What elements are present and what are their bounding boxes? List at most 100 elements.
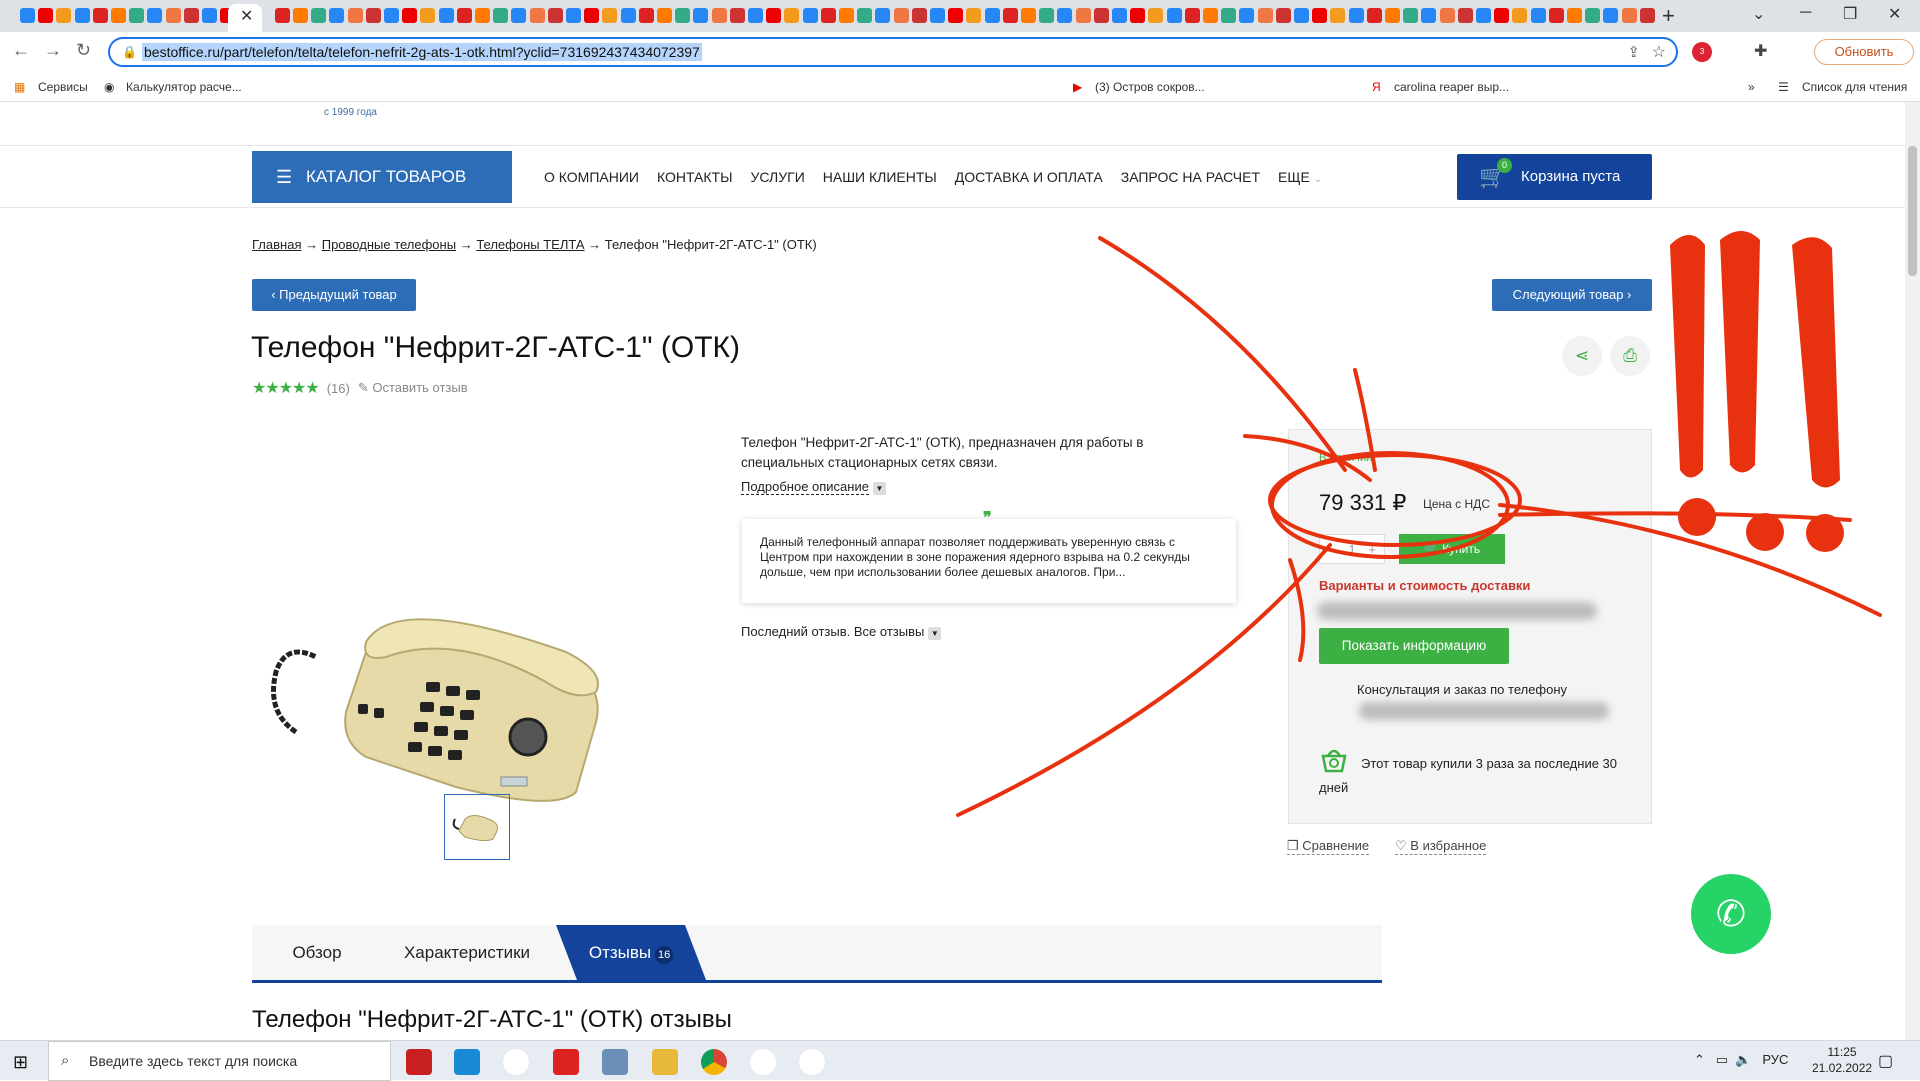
tab-favicon-icon[interactable] xyxy=(456,8,472,23)
taskbar-app-blue-icon[interactable] xyxy=(454,1049,480,1075)
tab-favicon-icon[interactable] xyxy=(1112,8,1127,23)
extensions-puzzle-icon[interactable]: ✚ xyxy=(1754,41,1767,61)
tab-favicon-icon[interactable] xyxy=(111,8,126,23)
tab-favicon-icon[interactable] xyxy=(165,8,181,23)
tab-favicon-icon[interactable] xyxy=(1130,8,1146,23)
qty-value[interactable]: 1 xyxy=(1348,542,1355,557)
tab-favicon-icon[interactable] xyxy=(547,8,563,23)
close-icon[interactable]: ✕ xyxy=(240,6,253,26)
language-indicator[interactable]: РУС xyxy=(1762,1052,1788,1067)
restore-icon[interactable]: ❐ xyxy=(1843,4,1857,24)
taskbar-app-autocad-icon[interactable] xyxy=(406,1049,432,1075)
taskbar-app-circle-icon[interactable] xyxy=(503,1049,529,1075)
tab-favicon-icon[interactable] xyxy=(293,8,308,23)
update-browser-button[interactable]: Обновить xyxy=(1814,39,1914,65)
tab-favicon-icon[interactable] xyxy=(930,8,945,23)
tab-favicon-icon[interactable] xyxy=(1184,8,1200,23)
tab-favicon-icon[interactable] xyxy=(1457,8,1473,23)
tray-chevron-icon[interactable]: ⌃ xyxy=(1694,1052,1705,1067)
breadcrumb-telta[interactable]: Телефоны ТЕЛТА xyxy=(476,237,584,252)
nav-contacts[interactable]: КОНТАКТЫ xyxy=(657,169,733,185)
taskbar-app-chrome-icon[interactable] xyxy=(701,1049,727,1075)
product-thumbnail[interactable] xyxy=(444,794,510,860)
tab-favicon-icon[interactable] xyxy=(384,8,399,23)
taskbar-search-placeholder[interactable]: Введите здесь текст для поиска xyxy=(89,1053,297,1069)
reload-icon[interactable]: ↻ xyxy=(76,40,91,61)
all-reviews-link[interactable]: Все отзывы ▼ xyxy=(854,624,942,640)
new-tab-button[interactable]: + xyxy=(1662,3,1675,29)
tab-favicon-icon[interactable] xyxy=(1039,8,1055,23)
tab-favicon-icon[interactable] xyxy=(1548,8,1564,23)
tab-favicon-icon[interactable] xyxy=(1621,8,1637,23)
tab-favicon-icon[interactable] xyxy=(602,8,618,23)
tab-favicon-icon[interactable] xyxy=(729,8,745,23)
tab-favicon-icon[interactable] xyxy=(493,8,509,23)
tab-favicon-icon[interactable] xyxy=(839,8,854,23)
tab-favicon-icon[interactable] xyxy=(784,8,800,23)
tab-favicon-icon[interactable] xyxy=(675,8,691,23)
tab-favicon-icon[interactable] xyxy=(711,8,727,23)
product-photo[interactable] xyxy=(256,562,616,822)
nav-request[interactable]: ЗАПРОС НА РАСЧЕТ xyxy=(1121,169,1260,185)
page-scrollbar[interactable] xyxy=(1905,102,1920,1040)
tab-favicon-icon[interactable] xyxy=(1348,8,1364,23)
tab-favicon-icon[interactable] xyxy=(1421,8,1437,23)
tab-favicon-icon[interactable] xyxy=(1403,8,1419,23)
taskbar-app-white2-icon[interactable] xyxy=(799,1049,825,1075)
buy-button[interactable]: 🛒 Купить xyxy=(1399,534,1505,564)
tab-favicon-icon[interactable] xyxy=(1476,8,1491,23)
tab-favicon-icon[interactable] xyxy=(475,8,490,23)
tab-specs[interactable]: Характеристики xyxy=(392,925,542,980)
window-close-icon[interactable]: ✕ xyxy=(1888,4,1901,24)
tab-favicon-icon[interactable] xyxy=(748,8,763,23)
adblock-extension-icon[interactable]: 3 xyxy=(1692,42,1712,62)
tab-favicon-icon[interactable] xyxy=(1148,8,1164,23)
tab-favicon-icon[interactable] xyxy=(1567,8,1582,23)
tab-favicon-icon[interactable] xyxy=(1366,8,1382,23)
whatsapp-icon[interactable]: ✆ xyxy=(1691,874,1771,954)
network-icon[interactable]: ▭ xyxy=(1716,1052,1728,1067)
tab-favicon-icon[interactable] xyxy=(966,8,982,23)
leave-review-link[interactable]: ✎ Оставить отзыв xyxy=(358,380,468,396)
taskbar-search[interactable]: ⌕ Введите здесь текст для поиска xyxy=(48,1041,391,1081)
favorite-link[interactable]: ♡ В избранное xyxy=(1395,838,1487,855)
tab-favicon-icon[interactable] xyxy=(1330,8,1346,23)
tab-favicon-icon[interactable] xyxy=(74,8,90,23)
tab-favicon-icon[interactable] xyxy=(1603,8,1619,23)
tab-favicon-icon[interactable] xyxy=(529,8,545,23)
tab-search-icon[interactable]: ⌄ xyxy=(1752,4,1765,24)
tab-favicon-icon[interactable] xyxy=(420,8,436,23)
tab-favicon-icon[interactable] xyxy=(311,8,327,23)
tab-favicon-icon[interactable] xyxy=(1075,8,1091,23)
tab-favicon-icon[interactable] xyxy=(638,8,654,23)
reading-list-icon[interactable]: ☰ xyxy=(1778,80,1789,94)
tab-favicon-icon[interactable] xyxy=(183,8,199,23)
nav-about[interactable]: О КОМПАНИИ xyxy=(544,169,639,185)
tab-favicon-icon[interactable] xyxy=(1166,8,1182,23)
tab-favicon-icon[interactable] xyxy=(329,8,345,23)
tab-favicon-icon[interactable] xyxy=(566,8,581,23)
bookmark-star-icon[interactable]: ☆ xyxy=(1652,42,1666,62)
breadcrumb-home[interactable]: Главная xyxy=(252,237,301,252)
share-icon[interactable]: ⋖ xyxy=(1562,336,1602,376)
tab-favicon-icon[interactable] xyxy=(38,8,54,23)
tab-favicon-icon[interactable] xyxy=(402,8,418,23)
tab-favicon-icon[interactable] xyxy=(1057,8,1073,23)
tab-favicon-icon[interactable] xyxy=(1221,8,1237,23)
tab-favicon-icon[interactable] xyxy=(147,8,163,23)
tab-favicon-icon[interactable] xyxy=(1239,8,1255,23)
cart-button[interactable]: 🛒 0 Корзина пуста xyxy=(1457,154,1652,200)
tab-favicon-icon[interactable] xyxy=(802,8,818,23)
tab-favicon-icon[interactable] xyxy=(511,8,527,23)
nav-clients[interactable]: НАШИ КЛИЕНТЫ xyxy=(823,169,937,185)
tab-favicon-icon[interactable] xyxy=(347,8,363,23)
windows-start-icon[interactable]: ⊞ xyxy=(13,1052,28,1073)
tab-favicon-icon[interactable] xyxy=(766,8,782,23)
delivery-options-link[interactable]: Варианты и стоимость доставки xyxy=(1319,578,1530,593)
tab-favicon-icon[interactable] xyxy=(365,8,381,23)
bookmark-services[interactable]: Сервисы xyxy=(38,80,88,94)
breadcrumb-wired-phones[interactable]: Проводные телефоны xyxy=(322,237,456,252)
tab-favicon-icon[interactable] xyxy=(584,8,600,23)
nav-services[interactable]: УСЛУГИ xyxy=(751,169,805,185)
apps-grid-icon[interactable]: ▦ xyxy=(14,80,25,94)
